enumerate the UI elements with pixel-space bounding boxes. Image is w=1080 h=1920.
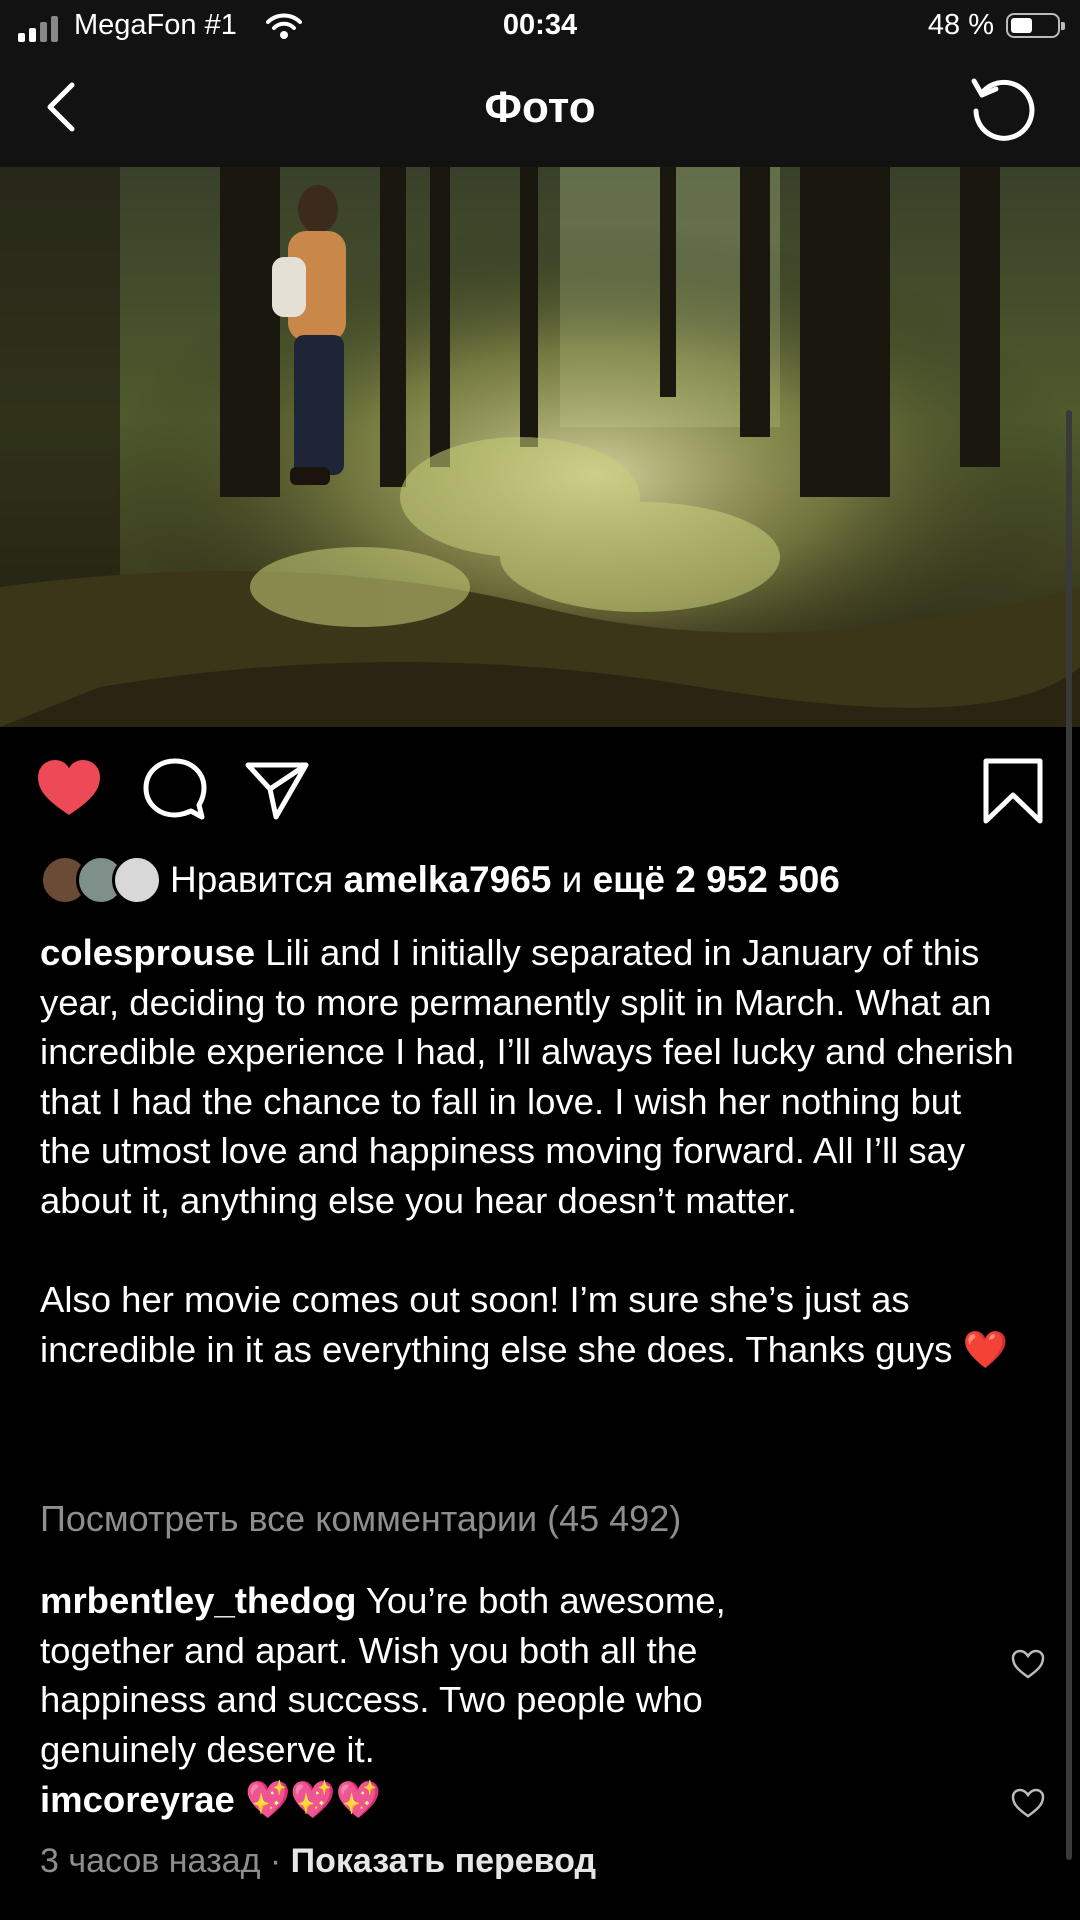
- time-ago: 3 часов назад: [40, 1842, 261, 1880]
- avatar: [112, 855, 162, 905]
- comment-item: mrbentley_thedog You’re both awesome, to…: [40, 1576, 840, 1774]
- comment-item: imcoreyrae 💖💖💖: [40, 1775, 840, 1825]
- caption-username[interactable]: colesprouse: [40, 932, 255, 973]
- show-translation-link[interactable]: Показать перевод: [291, 1842, 596, 1880]
- battery-icon: [1006, 13, 1065, 38]
- post-photo[interactable]: [0, 167, 1080, 727]
- clock: 00:34: [502, 9, 578, 41]
- comment-like-icon[interactable]: [1010, 1787, 1046, 1819]
- scrollbar[interactable]: [1066, 410, 1072, 1860]
- comment-username[interactable]: mrbentley_thedog: [40, 1580, 356, 1621]
- post-meta: 3 часов назад · Показать перевод: [40, 1842, 596, 1881]
- refresh-button[interactable]: [968, 73, 1036, 141]
- liker-username[interactable]: amelka7965: [344, 859, 552, 900]
- likes-conjunction: и: [561, 859, 583, 900]
- battery-percent: 48 %: [927, 9, 994, 41]
- share-button[interactable]: [242, 755, 312, 825]
- liker-avatars: [40, 855, 162, 905]
- post-caption: colesprouse Lili and I initially separat…: [40, 928, 1020, 1374]
- likes-prefix: Нравится: [170, 859, 334, 900]
- save-button[interactable]: [978, 755, 1048, 827]
- caption-text: Lili and I initially separated in Januar…: [40, 932, 1014, 1221]
- navigation-bar: Фото: [0, 55, 1080, 167]
- status-bar: MegaFon #1 00:34 48 %: [0, 0, 1080, 55]
- comment-button[interactable]: [140, 755, 210, 825]
- likes-count[interactable]: ещё 2 952 506: [593, 859, 840, 900]
- comment-text: 💖💖💖: [244, 1779, 382, 1820]
- meta-separator: ·: [269, 1842, 282, 1880]
- like-button[interactable]: [34, 755, 104, 825]
- view-all-comments-link[interactable]: Посмотреть все комментарии (45 492): [40, 1498, 681, 1540]
- comment-like-icon[interactable]: [1010, 1648, 1046, 1680]
- caption-text-2: Also her movie comes out soon! I’m sure …: [40, 1279, 1008, 1370]
- page-title: Фото: [484, 83, 596, 132]
- comment-username[interactable]: imcoreyrae: [40, 1779, 235, 1820]
